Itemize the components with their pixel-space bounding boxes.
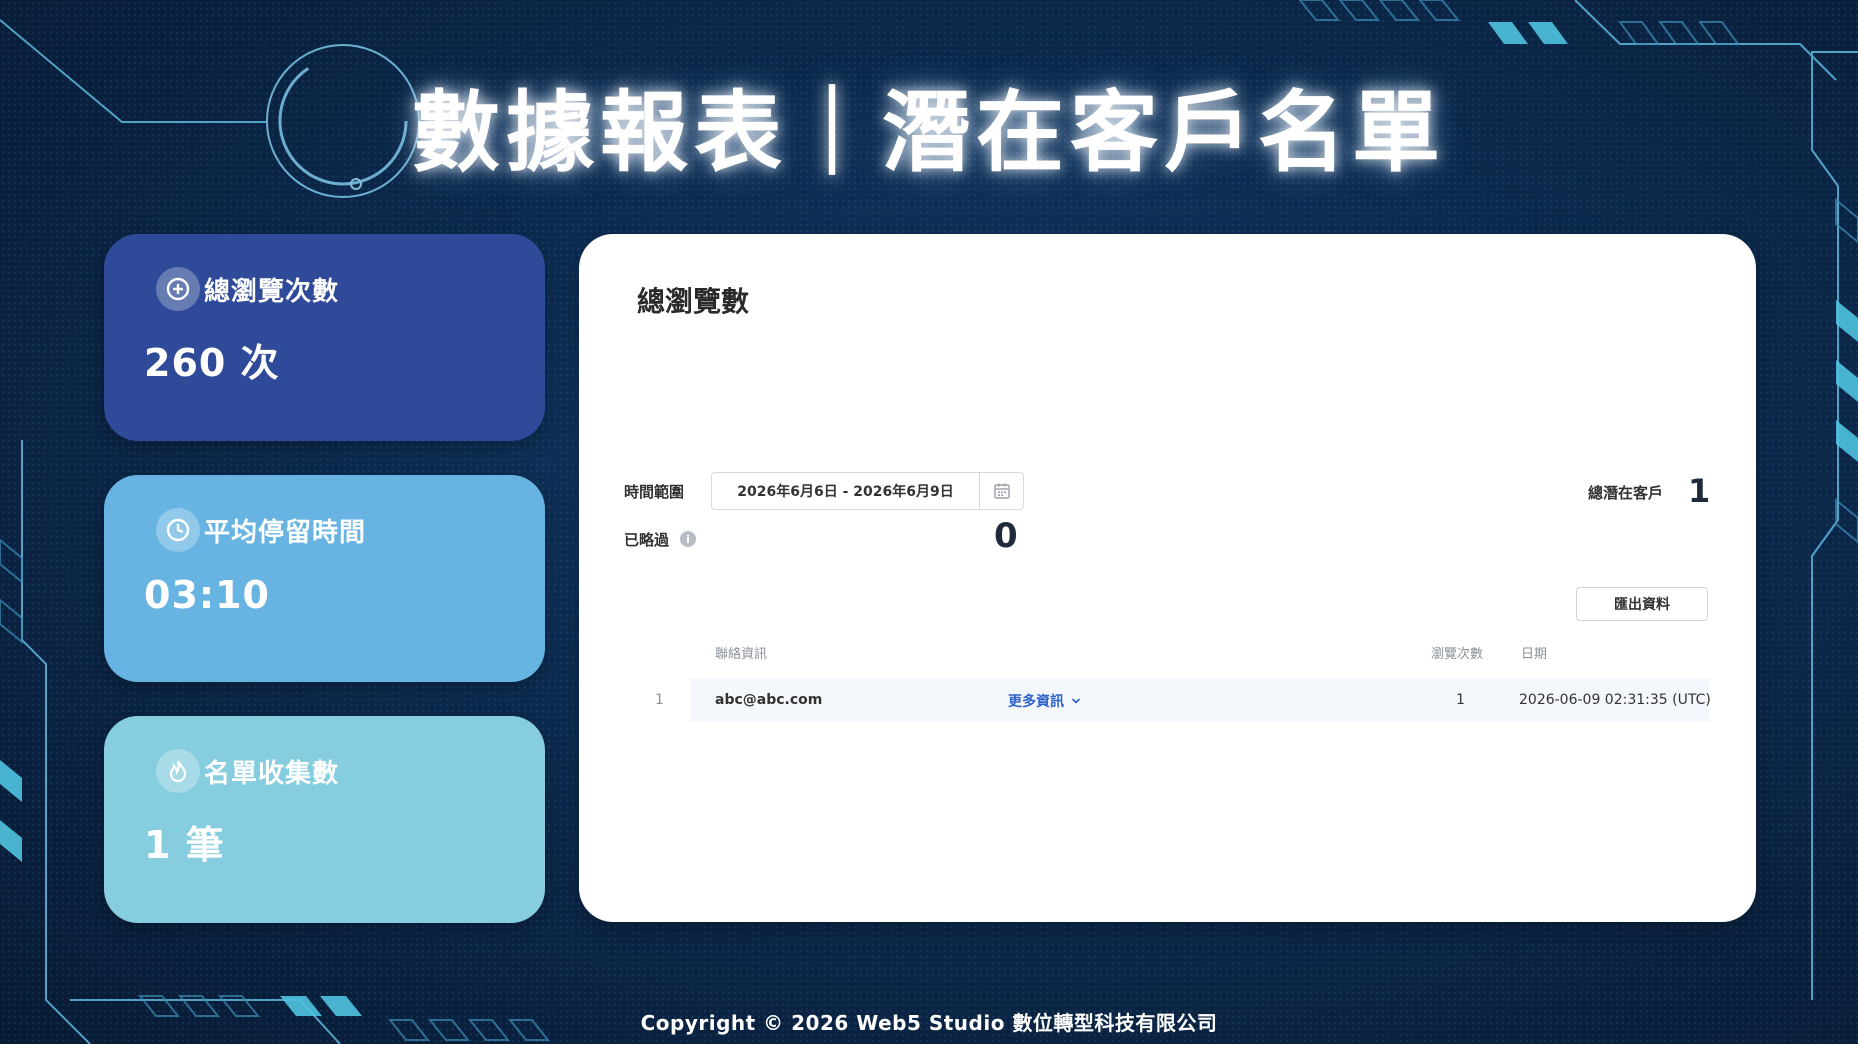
info-icon[interactable]: i [680,531,696,547]
calendar-icon[interactable] [979,473,1023,509]
more-info-label: 更多資訊 [1008,694,1064,710]
skipped-label: 已略過 [624,531,670,549]
footer-copyright: Copyright © 2026 Web5 Studio 數位轉型科技有限公司 [640,1011,1218,1035]
export-data-button[interactable]: 匯出資料 [1576,587,1708,621]
column-header-date: 日期 [1521,647,1548,662]
clock-icon [156,508,200,552]
row-email: abc@abc.com [715,692,823,708]
total-leads-count: 1 [1688,472,1711,510]
page-title: 數據報表｜潛在客戶名單 [411,81,1446,184]
stat-title: 平均停留時間 [204,517,367,548]
stat-card-total-views: 總瀏覽次數 260 次 [104,234,545,441]
stat-card-leads-collected: 名單收集數 1 筆 [104,716,545,923]
row-number: 1 [655,692,664,708]
skipped-count: 0 [994,516,1018,556]
row-views: 1 [1456,692,1465,708]
total-leads-label: 總潛在客戶 [1588,484,1664,502]
row-date: 2026-06-09 02:31:35 (UTC) [1519,692,1711,708]
column-header-contact: 聯絡資訊 [715,647,768,662]
time-range-label: 時間範圍 [624,483,685,501]
stat-title: 總瀏覽次數 [204,276,340,307]
more-info-toggle[interactable]: 更多資訊 [1008,691,1082,711]
date-range-picker[interactable]: 2026年6月6日 - 2026年6月9日 [711,472,1024,510]
column-header-views: 瀏覽次數 [1431,647,1484,662]
stat-value: 1 筆 [144,823,225,867]
plus-circle-icon [156,267,200,311]
total-views-panel: 總瀏覽數 時間範圍 2026年6月6日 - 2026年6月9日 已略過 i 0 … [579,234,1756,922]
stat-value: 260 次 [144,341,280,385]
stat-card-avg-duration: 平均停留時間 03:10 [104,475,545,682]
flame-icon [156,749,200,793]
panel-title: 總瀏覽數 [637,285,750,318]
stat-title: 名單收集數 [204,758,340,789]
date-range-value: 2026年6月6日 - 2026年6月9日 [737,484,954,500]
chevron-down-icon [1071,698,1081,704]
stat-value: 03:10 [144,573,270,617]
